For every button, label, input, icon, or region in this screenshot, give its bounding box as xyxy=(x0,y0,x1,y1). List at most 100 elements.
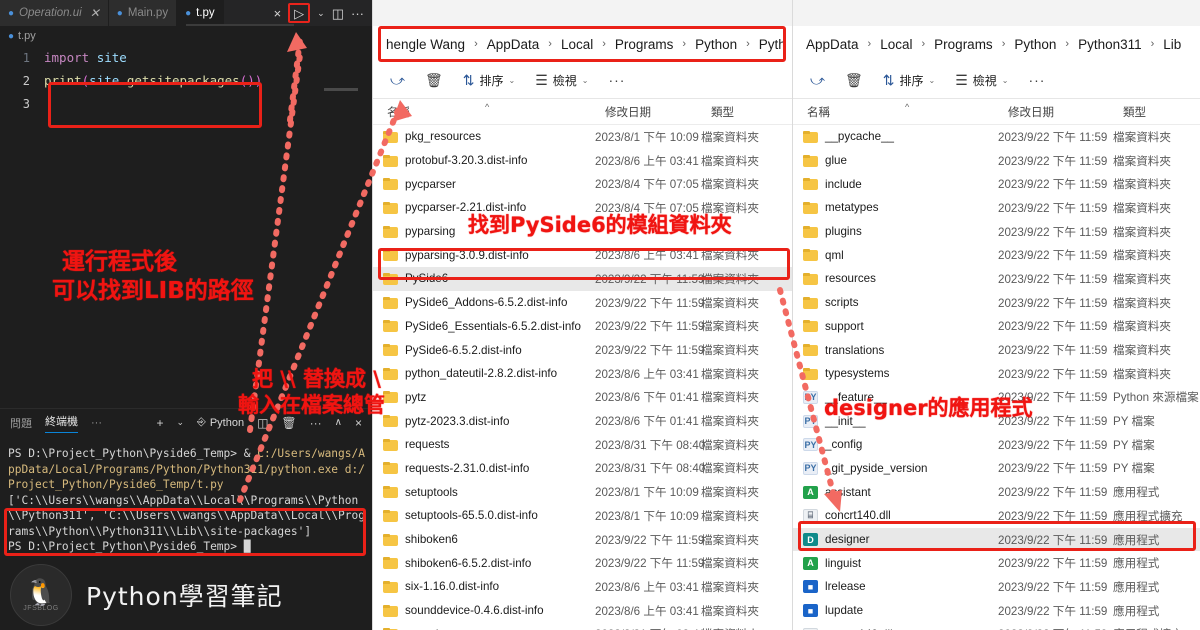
breadcrumb-right[interactable]: AppData › Local › Programs › Python › Python311 ›… xyxy=(793,26,1200,62)
table-row[interactable]: glue 2023/9/22 下午 11:59 檔案資料夾 xyxy=(793,149,1200,173)
panel-tab-problems[interactable]: 問題 xyxy=(10,415,32,431)
delete-button[interactable]: 🗑 xyxy=(416,68,452,92)
more-button[interactable]: ··· xyxy=(1019,67,1054,93)
breadcrumb-item-local[interactable]: Local xyxy=(558,35,596,54)
file-date-cell: 2023/8/1 下午 10:09 xyxy=(595,486,699,500)
table-row[interactable]: setuptools 2023/8/1 下午 10:09 檔案資料夾 xyxy=(373,480,792,504)
share-button[interactable]: ⤻ xyxy=(381,68,414,92)
table-row[interactable]: resources 2023/9/22 下午 11:59 檔案資料夾 xyxy=(793,267,1200,291)
table-row[interactable]: protobuf-3.20.3.dist-info 2023/8/6 上午 03:… xyxy=(373,149,792,173)
close-icon[interactable]: × xyxy=(274,7,282,20)
table-row[interactable]: pycparser 2023/8/4 下午 07:05 檔案資料夾 xyxy=(373,172,792,196)
table-row[interactable]: typesystems 2023/9/22 下午 11:59 檔案資料夾 xyxy=(793,362,1200,386)
breadcrumb-item-programs[interactable]: Programs xyxy=(931,35,996,54)
sort-button[interactable]: ⇅ 排序 ⌄ xyxy=(454,67,524,94)
table-row[interactable]: pkg_resources 2023/8/1 下午 10:09 檔案資料夾 xyxy=(373,125,792,149)
table-row[interactable]: support 2023/9/22 下午 11:59 檔案資料夾 xyxy=(793,315,1200,339)
file-date-cell: 2023/9/22 下午 11:59 xyxy=(595,320,705,334)
editor-tab-t-py[interactable]: ● t.py xyxy=(177,0,224,26)
code-editor[interactable]: 1 import site 2 print(site.getsitepackag… xyxy=(0,46,372,408)
table-row[interactable]: pytz-2023.3.dist-info 2023/8/6 下午 01:41 檔案… xyxy=(373,409,792,433)
breadcrumb-item-appdata[interactable]: AppData xyxy=(803,35,862,54)
file-name-cell: PySide6 xyxy=(383,272,595,285)
table-row[interactable]: soupsieve2023/8/31 下午 08:41檔案資料夾 xyxy=(373,622,792,630)
table-row[interactable]: shiboken6 2023/9/22 下午 11:59 檔案資料夾 xyxy=(373,528,792,552)
sort-button[interactable]: ⇅ 排序 ⌄ xyxy=(874,67,944,94)
folder-icon xyxy=(803,201,818,214)
more-actions-icon[interactable]: ··· xyxy=(351,7,364,20)
table-row[interactable]: six-1.16.0.dist-info 2023/8/6 上午 03:41 檔案資… xyxy=(373,575,792,599)
column-header-name[interactable]: 名稱 xyxy=(387,104,410,120)
breadcrumb-item-python311[interactable]: Python311 xyxy=(1075,35,1145,54)
run-button[interactable]: ▷ xyxy=(288,3,311,23)
table-row[interactable]: PySide6_Addons-6.5.2.dist-info 2023/9/22 … xyxy=(373,291,792,315)
editor-tab-operation-ui[interactable]: ● Operation.ui ✕ xyxy=(0,0,109,26)
annotation-replace-line2: 輸入在檔案總管 xyxy=(238,393,385,417)
close-icon[interactable]: ✕ xyxy=(90,6,100,20)
breadcrumb-item-lib[interactable]: Lib xyxy=(1160,35,1184,54)
folder-icon xyxy=(803,344,818,357)
table-row[interactable]: metatypes 2023/9/22 下午 11:59 檔案資料夾 xyxy=(793,196,1200,220)
folder-icon xyxy=(383,438,398,451)
table-row[interactable]: ■ lrelease 2023/9/22 下午 11:59 應用程式 xyxy=(793,575,1200,599)
chevron-down-icon[interactable]: ⌄ xyxy=(317,8,325,18)
breadcrumb-item-python[interactable]: Python xyxy=(1011,35,1059,54)
table-row[interactable]: python_dateutil-2.8.2.dist-info 2023/8/6 … xyxy=(373,362,792,386)
table-row[interactable]: scripts 2023/9/22 下午 11:59 檔案資料夾 xyxy=(793,291,1200,315)
table-row[interactable]: sounddevice-0.4.6.dist-info 2023/8/6 上午 0… xyxy=(373,599,792,623)
file-type-cell: 檔案資料夾 xyxy=(701,249,759,263)
terminal-output[interactable]: PS D:\Project_Python\Pyside6_Temp> & C:/… xyxy=(0,436,372,556)
new-terminal-icon[interactable]: + xyxy=(156,416,163,430)
column-header-date[interactable]: 修改日期 xyxy=(605,104,651,120)
table-row[interactable]: requests-2.31.0.dist-info 2023/8/31 下午 08… xyxy=(373,457,792,481)
table-row[interactable]: setuptools-65.5.0.dist-info 2023/8/1 下午 1… xyxy=(373,504,792,528)
table-row[interactable]: ■ lupdate 2023/9/22 下午 11:59 應用程式 xyxy=(793,599,1200,623)
table-row[interactable]: __pycache__ 2023/9/22 下午 11:59 檔案資料夾 xyxy=(793,125,1200,149)
table-row[interactable]: PySide6_Essentials-6.5.2.dist-info 2023/9… xyxy=(373,315,792,339)
panel-tab-more[interactable]: ··· xyxy=(91,417,102,429)
split-editor-icon[interactable]: ◫ xyxy=(332,7,344,20)
table-row-selected[interactable]: PySide6 2023/9/22 下午 11:59 檔案資料夾 xyxy=(373,267,792,291)
breadcrumb-item-appdata[interactable]: AppData xyxy=(484,35,543,54)
breadcrumb-middle[interactable]: hengle Wang › AppData › Local › Programs › Pytho… xyxy=(373,26,792,62)
table-row[interactable]: translations 2023/9/22 下午 11:59 檔案資料夾 xyxy=(793,338,1200,362)
editor-tab-main-py[interactable]: ● Main.py xyxy=(108,0,178,26)
column-header-type[interactable]: 類型 xyxy=(1123,104,1146,120)
breadcrumb-item-pyth[interactable]: Pyth xyxy=(756,35,789,54)
table-row[interactable]: shiboken6-6.5.2.dist-info 2023/9/22 下午 11… xyxy=(373,551,792,575)
table-row[interactable]: pyparsing-3.0.9.dist-info 2023/8/6 上午 03:… xyxy=(373,243,792,267)
table-row[interactable]: plugins 2023/9/22 下午 11:59 檔案資料夾 xyxy=(793,220,1200,244)
table-row[interactable]: Aassistant 2023/9/22 下午 11:59 應用程式 xyxy=(793,480,1200,504)
panel-tab-terminal[interactable]: 終端機 xyxy=(45,413,78,433)
table-row[interactable]: requests 2023/8/31 下午 08:40 檔案資料夾 xyxy=(373,433,792,457)
table-row[interactable]: qml 2023/9/22 下午 11:59 檔案資料夾 xyxy=(793,243,1200,267)
view-button[interactable]: ☰ 檢視 ⌄ xyxy=(526,67,597,94)
green-file-icon: A xyxy=(803,485,818,499)
column-header-name[interactable]: 名稱 xyxy=(807,104,830,120)
trash-icon: 🗑 xyxy=(424,72,443,88)
table-row[interactable]: pytz 2023/8/6 下午 01:41 檔案資料夾 xyxy=(373,386,792,410)
table-row[interactable]: ⌸msvcp140.dll2023/9/22 下午 11:59應用程式擴充 xyxy=(793,622,1200,630)
delete-button[interactable]: 🗑 xyxy=(836,68,872,92)
more-button[interactable]: ··· xyxy=(599,67,634,93)
active-tab-underline xyxy=(186,24,294,26)
table-row[interactable]: PySide6-6.5.2.dist-info 2023/9/22 下午 11:5… xyxy=(373,338,792,362)
breadcrumb-item-hengle-wang[interactable]: hengle Wang xyxy=(383,35,468,54)
table-row[interactable]: PY _config 2023/9/22 下午 11:59 PY 檔案 xyxy=(793,433,1200,457)
breadcrumb-item-programs[interactable]: Programs xyxy=(612,35,677,54)
table-row-selected[interactable]: Ddesigner 2023/9/22 下午 11:59 應用程式 xyxy=(793,527,1200,552)
column-header-date[interactable]: 修改日期 xyxy=(1008,104,1054,120)
table-row[interactable]: ⌸ concrt140.dll 2023/9/22 下午 11:59 應用程式擴充 xyxy=(793,504,1200,528)
chevron-up-icon[interactable]: ∧ xyxy=(335,417,342,428)
view-button[interactable]: ☰ 檢視 ⌄ xyxy=(946,67,1017,94)
explorer-title-strip xyxy=(373,0,792,26)
column-header-type[interactable]: 類型 xyxy=(711,104,734,120)
share-button[interactable]: ⤻ xyxy=(801,68,834,92)
table-row[interactable]: include 2023/9/22 下午 11:59 檔案資料夾 xyxy=(793,172,1200,196)
table-row[interactable]: PY _git_pyside_version 2023/9/22 下午 11:59 P… xyxy=(793,457,1200,481)
breadcrumb-item-local[interactable]: Local xyxy=(877,35,915,54)
breadcrumb-item-python[interactable]: Python xyxy=(692,35,740,54)
editor-breadcrumb[interactable]: ● t.py xyxy=(0,26,372,46)
chevron-down-icon[interactable]: ⌄ xyxy=(176,417,184,428)
table-row[interactable]: Alinguist 2023/9/22 下午 11:59 應用程式 xyxy=(793,551,1200,575)
